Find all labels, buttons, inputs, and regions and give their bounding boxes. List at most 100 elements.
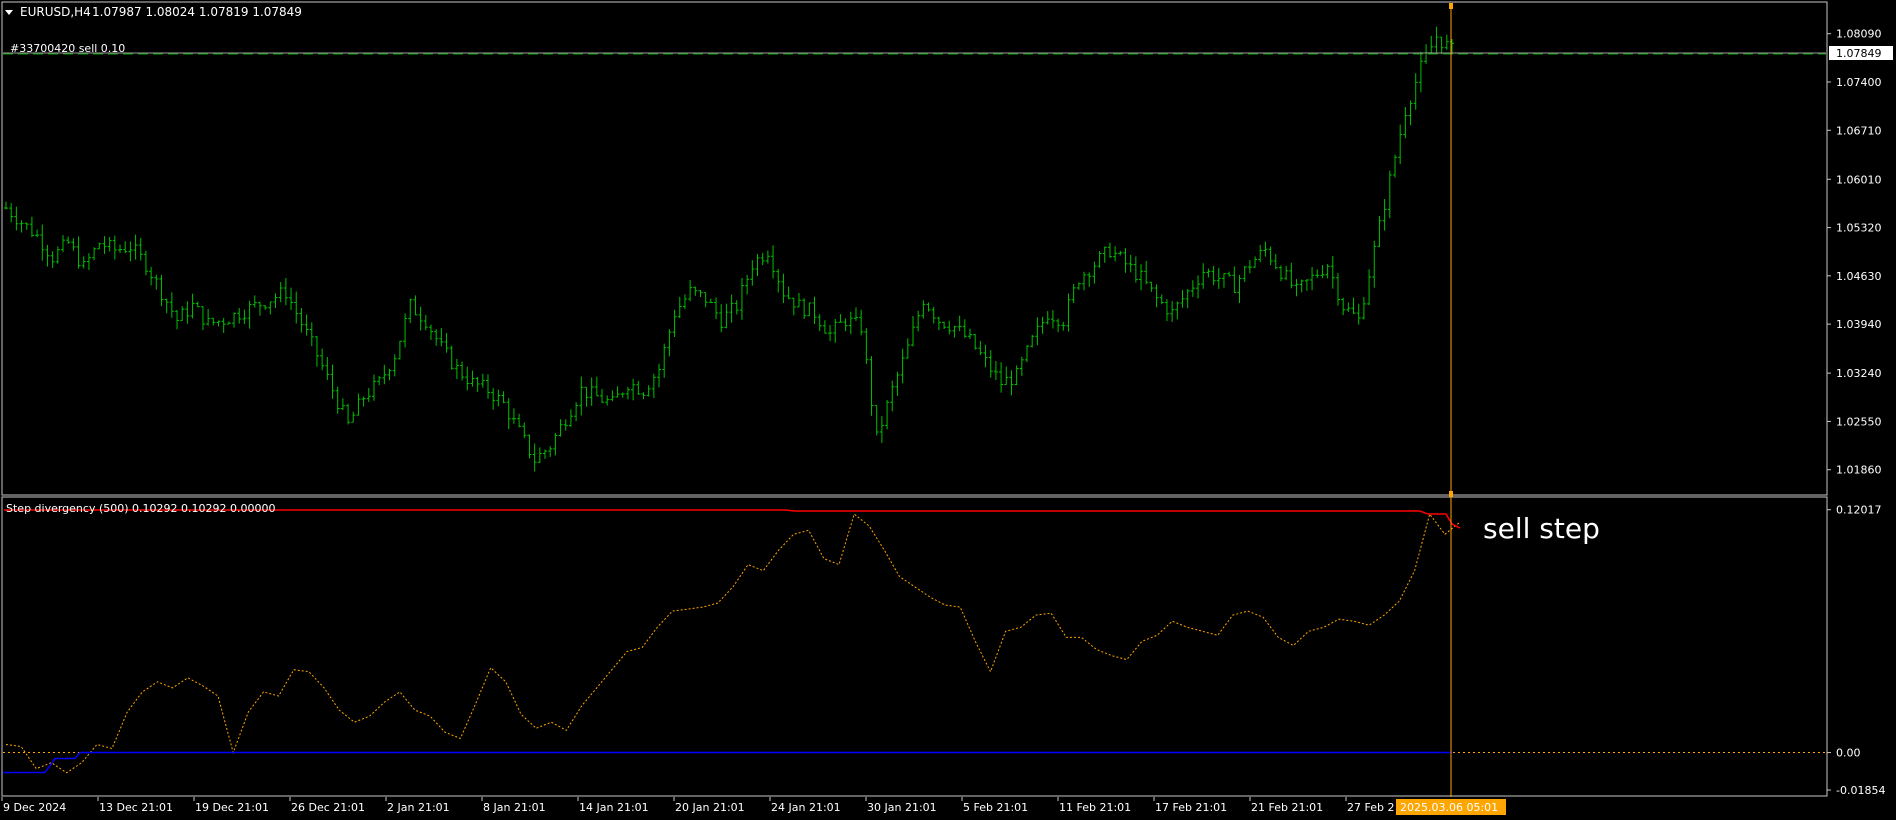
price-bar (1216, 267, 1221, 289)
price-bar (1139, 264, 1144, 291)
price-bar (838, 314, 843, 323)
price-bar (1237, 275, 1242, 304)
price-bar (947, 320, 952, 335)
price-bar (978, 340, 983, 355)
price-bar (1304, 279, 1309, 291)
price-bar (859, 309, 864, 336)
price-bar (1097, 251, 1102, 268)
price-bar (817, 314, 822, 332)
price-pane[interactable] (1, 1, 1828, 496)
price-bar (1346, 302, 1351, 312)
price-bar (112, 235, 117, 260)
price-bar (1227, 271, 1232, 277)
price-bar (29, 216, 34, 238)
price-bar (1263, 241, 1268, 257)
price-bar (190, 293, 195, 319)
price-bar (289, 287, 294, 311)
price-bar (1082, 271, 1087, 291)
price-bar (843, 318, 848, 332)
price-bar (1221, 273, 1226, 288)
price-bar (1118, 250, 1123, 256)
price-bar (537, 447, 542, 463)
price-bar (314, 336, 319, 367)
price-bar (408, 298, 413, 324)
chevron-down-icon[interactable] (5, 10, 13, 15)
price-bar (221, 317, 226, 333)
time-tick-label: 5 Feb 21:01 (963, 801, 1028, 814)
price-bar (138, 237, 143, 261)
price-bar (781, 273, 786, 304)
trading-chart[interactable]: #33700420 sell 0.10 EURUSD,H4 1.07987 1.… (0, 0, 1896, 820)
price-bar (309, 322, 314, 347)
price-bar (1050, 310, 1055, 329)
price-bar (1087, 272, 1092, 287)
price-bar (885, 399, 890, 430)
price-bar (92, 247, 97, 261)
price-bar (81, 256, 86, 269)
price-bar (651, 373, 656, 399)
price-bar (936, 316, 941, 331)
price-bar (211, 317, 216, 326)
time-tick-label: 17 Feb 21:01 (1155, 801, 1227, 814)
price-tick-label: 1.06710 (1836, 124, 1882, 137)
price-bar (1009, 370, 1014, 396)
price-bar (377, 375, 382, 386)
price-bar (413, 295, 418, 316)
time-tick-label: 27 Feb 2 (1347, 801, 1394, 814)
price-bar (791, 297, 796, 316)
current-price-label: 1.07849 (1836, 47, 1882, 60)
price-bar (890, 380, 895, 412)
price-bar (118, 244, 123, 253)
price-bar (693, 286, 698, 296)
price-bar (1201, 263, 1206, 289)
time-axis[interactable]: 9 Dec 2024 13 Dec 21:01 19 Dec 21:01 26 Dec… (1, 797, 1394, 814)
price-bar (1330, 256, 1335, 289)
price-bar (869, 356, 874, 416)
price-tick-label: 1.04630 (1836, 270, 1882, 283)
price-bar (755, 254, 760, 277)
time-tick-label: 8 Jan 21:01 (483, 801, 546, 814)
price-bar (273, 293, 278, 309)
price-bar (672, 309, 677, 337)
price-bar (24, 222, 29, 230)
price-bar (558, 419, 563, 437)
price-bar (180, 306, 185, 321)
price-bar (263, 305, 268, 310)
price-bar (19, 220, 24, 233)
price-tick-label: 1.07400 (1836, 76, 1882, 89)
price-bar (449, 345, 454, 370)
price-bar (999, 362, 1004, 393)
price-bar (366, 388, 371, 403)
price-bar (589, 377, 594, 406)
price-bar (169, 292, 174, 318)
time-tick-label: 2 Jan 21:01 (387, 801, 450, 814)
price-bar (765, 250, 770, 264)
price-axis[interactable]: 1.08090 1.07400 1.06710 1.06010 1.05320 1.046… (1827, 28, 1882, 477)
price-bar (719, 304, 724, 333)
price-bar (1413, 73, 1418, 110)
price-bar (1211, 265, 1216, 286)
time-tick-label: 24 Jan 21:01 (771, 801, 841, 814)
price-bar (123, 241, 128, 254)
price-bar (584, 386, 589, 407)
price-bar (636, 380, 641, 395)
price-bar (242, 309, 247, 325)
indicator-tick-label: 0.12017 (1836, 504, 1882, 517)
price-bar (1398, 124, 1403, 165)
price-bar (973, 333, 978, 350)
oscillator-line (5, 512, 1461, 774)
price-bar (703, 292, 708, 308)
price-bar (698, 290, 703, 298)
price-bar (76, 236, 81, 269)
price-bar (154, 274, 159, 290)
indicator-axis[interactable]: 0.12017 0.00 -0.01854 (1827, 504, 1885, 797)
price-bar (1159, 294, 1164, 305)
price-bar (340, 398, 345, 411)
price-bar (50, 251, 55, 268)
price-bar (159, 274, 164, 307)
price-bar (102, 236, 107, 254)
price-tick-label: 1.03940 (1836, 318, 1882, 331)
price-bar (1242, 265, 1247, 282)
price-bar (206, 308, 211, 326)
price-bar (1170, 301, 1175, 323)
